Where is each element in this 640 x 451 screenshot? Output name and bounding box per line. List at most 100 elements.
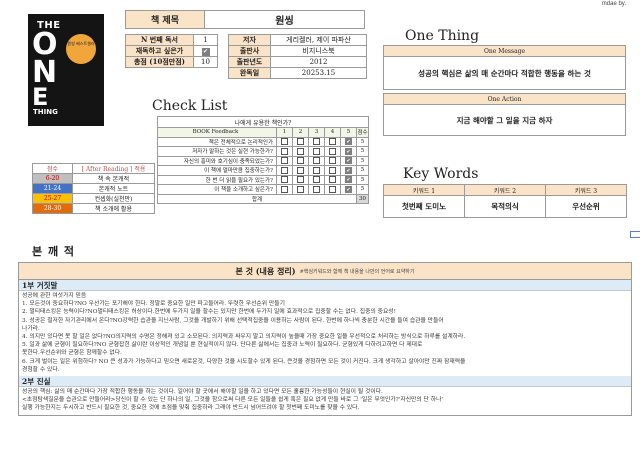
rating-cell[interactable] (308, 184, 325, 195)
rating-checkbox-checked[interactable]: ✔ (345, 185, 352, 193)
rating-cell[interactable] (324, 184, 341, 195)
rating-checkbox[interactable] (297, 138, 304, 146)
rating-checkbox[interactable] (313, 176, 320, 184)
rating-checkbox[interactable] (281, 185, 288, 193)
table-row: 28-30 책 소개에 활용 (32, 203, 155, 214)
rating-cell[interactable]: ✔ (340, 184, 357, 195)
rating-checkbox[interactable] (313, 147, 320, 155)
col-header: 5 (340, 127, 357, 138)
rating-checkbox[interactable] (313, 138, 320, 146)
note-line: 나가라. (22, 325, 40, 332)
part1-body[interactable]: 성공에 관한 여섯가지 믿음 1. 모든것이 중요하다?NO 우선가는 포기해야… (19, 291, 631, 376)
rating-cell[interactable] (292, 155, 309, 166)
rating-checkbox[interactable] (297, 176, 304, 184)
author-value[interactable]: 게리켈러, 제이 파파산 (270, 34, 367, 46)
rating-checkbox-checked[interactable]: ✔ (345, 166, 352, 174)
rating-cell[interactable] (308, 155, 325, 166)
rating-checkbox-checked[interactable]: ✔ (345, 147, 352, 155)
note-line: 성공의 핵심: 삶의 매 순간마다 가장 적합한 행동을 하는 것이다. 일어야… (22, 389, 383, 396)
rating-cell[interactable] (292, 174, 309, 185)
rating-cell[interactable]: ✔ (340, 155, 357, 166)
book-title-value[interactable]: 원씽 (205, 10, 365, 29)
publisher-value[interactable]: 비지니스북 (270, 45, 367, 57)
rating-cell[interactable] (292, 184, 309, 195)
reading-count-value[interactable]: 1 (193, 34, 218, 46)
legend-desc: 책 속 본캐적 (72, 173, 155, 184)
rating-cell[interactable] (324, 165, 341, 176)
rating-cell[interactable] (276, 184, 293, 195)
rating-checkbox[interactable] (329, 157, 336, 165)
rating-cell[interactable] (276, 174, 293, 185)
col-header: 1 (276, 127, 293, 138)
rating-checkbox[interactable] (281, 176, 288, 184)
table-row: 키워드 1 키워드 2 키워드 3 (383, 184, 627, 196)
reread-checkbox[interactable]: ✔ (201, 47, 210, 56)
rating-cell[interactable] (324, 136, 341, 147)
rating-checkbox-checked[interactable]: ✔ (345, 157, 352, 165)
rating-cell[interactable]: ✔ (340, 165, 357, 176)
rating-checkbox[interactable] (329, 176, 336, 184)
checklist-question-text: 책은 전체적으로 논리적인가 (157, 136, 277, 147)
rating-cell[interactable] (308, 146, 325, 157)
table-row: 첫번째 도미노 목적의식 우선순위 (383, 195, 627, 218)
keyword-value[interactable]: 첫번째 도미노 (383, 195, 465, 218)
rating-cell[interactable] (276, 155, 293, 166)
rating-checkbox[interactable] (281, 147, 288, 155)
rating-checkbox[interactable] (281, 166, 288, 174)
rating-checkbox[interactable] (313, 185, 320, 193)
rating-checkbox[interactable] (281, 157, 288, 165)
rating-checkbox[interactable] (297, 166, 304, 174)
reread-cell[interactable]: ✔ (193, 45, 218, 57)
rating-checkbox[interactable] (297, 157, 304, 165)
rating-cell[interactable] (308, 165, 325, 176)
rating-cell[interactable] (324, 155, 341, 166)
keyword-header: 키워드 2 (464, 184, 546, 196)
rating-checkbox[interactable] (297, 185, 304, 193)
checklist-question-text: 자신의 흥미와 호기심이 충족되었는가? (157, 155, 277, 166)
rating-checkbox[interactable] (313, 166, 320, 174)
rating-cell[interactable] (292, 165, 309, 176)
rating-cell[interactable]: ✔ (340, 146, 357, 157)
rating-checkbox-checked[interactable]: ✔ (345, 138, 352, 146)
rating-cell[interactable] (276, 136, 293, 147)
rating-cell[interactable] (308, 136, 325, 147)
part2-body[interactable]: 성공의 핵심: 삶의 매 순간마다 가장 적합한 행동을 하는 것이다. 일어야… (19, 387, 631, 415)
keyword-value[interactable]: 우선순위 (545, 195, 627, 218)
rating-checkbox[interactable] (297, 147, 304, 155)
rating-checkbox[interactable] (313, 157, 320, 165)
note-line: 성공에 관한 여섯가지 믿음 (22, 293, 87, 299)
notes-panel: 본 것 (내용 정리) #핵심키워드와 함께 책 내용을 나만의 언어로 요약하… (18, 262, 632, 416)
legend-desc: 책 소개에 활용 (72, 203, 155, 214)
col-header: 4 (324, 127, 341, 138)
feedback-header: BOOK Feedback (157, 127, 277, 138)
rating-cell[interactable] (324, 146, 341, 157)
rating-cell[interactable] (308, 174, 325, 185)
rating-cell[interactable] (324, 174, 341, 185)
publisher-label: 출판사 (228, 45, 271, 57)
rating-checkbox-checked[interactable]: ✔ (345, 176, 352, 184)
score-header: 점수 (356, 127, 369, 138)
rating-checkbox[interactable] (281, 138, 288, 146)
pub-year-value[interactable]: 2012 (270, 56, 367, 68)
rating-checkbox[interactable] (329, 147, 336, 155)
rating-checkbox[interactable] (329, 185, 336, 193)
keyword-value[interactable]: 목적의식 (464, 195, 546, 218)
one-action-text[interactable]: 지금 해야할 그 일을 지금 하자 (384, 105, 625, 135)
rating-cell[interactable]: ✔ (340, 136, 357, 147)
rating-checkbox[interactable] (329, 138, 336, 146)
total-score-value[interactable]: 10 (193, 56, 218, 68)
table-row: 21-24 본캐적 노트 (32, 183, 155, 194)
one-message-text[interactable]: 성공의 핵심은 삶의 매 순간마다 적합한 행동을 하는 것 (384, 57, 625, 89)
table-row: 25-27 컨셉화(실천만) (32, 193, 155, 204)
cover-e-letter: E (32, 83, 49, 111)
rating-cell[interactable] (276, 146, 293, 157)
table-row: N 번째 독서 1 (125, 34, 218, 46)
rating-cell[interactable] (276, 165, 293, 176)
rating-cell[interactable] (292, 136, 309, 147)
table-row: 이 책에 얼마만큼 집중하는가? ✔ 5 (157, 165, 369, 176)
part2-title: 2부 진실 (19, 376, 631, 388)
finish-date-value[interactable]: 20253.15 (270, 67, 367, 79)
rating-cell[interactable] (292, 146, 309, 157)
rating-cell[interactable]: ✔ (340, 174, 357, 185)
rating-checkbox[interactable] (329, 166, 336, 174)
